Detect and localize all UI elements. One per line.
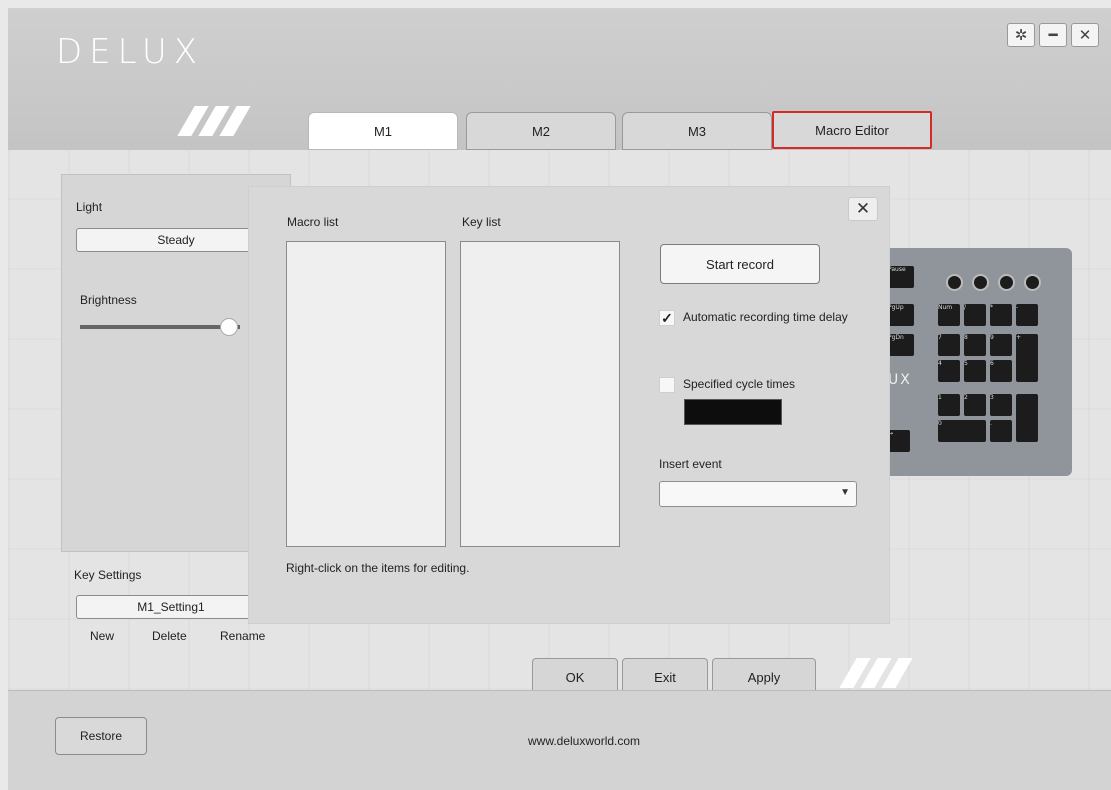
tab-label: Macro Editor	[815, 122, 889, 138]
macro-list-label: Macro list	[287, 215, 339, 229]
close-icon: ✕	[855, 199, 871, 218]
decorative-stripes	[177, 106, 251, 139]
keyboard-key: PgDn	[888, 334, 914, 356]
keyboard-key: 0	[938, 420, 986, 442]
start-record-button[interactable]: Start record	[660, 244, 820, 284]
delete-button[interactable]: Delete	[152, 629, 187, 643]
keyboard-key: 3	[990, 394, 1012, 416]
dialog-close-button[interactable]: ✕	[848, 197, 878, 221]
insert-event-select[interactable]: ▼	[659, 481, 857, 507]
ok-label: OK	[565, 669, 585, 685]
auto-delay-label: Automatic recording time delay	[683, 310, 848, 324]
new-button[interactable]: New	[90, 629, 114, 643]
tab-m1[interactable]: M1	[308, 112, 458, 150]
insert-event-label: Insert event	[659, 457, 722, 471]
tab-label: M2	[531, 123, 551, 139]
keyboard-key: PgUp	[888, 304, 914, 326]
dropdown-arrow-icon: ▼	[840, 487, 850, 498]
cycle-times-checkbox[interactable]	[659, 377, 675, 393]
keyboard-media-button	[946, 274, 963, 291]
close-icon: ✕	[1078, 26, 1092, 44]
tab-m3[interactable]: M3	[622, 112, 772, 150]
keyboard-key: 4	[938, 360, 960, 382]
editing-hint: Right-click on the items for editing.	[286, 561, 470, 575]
close-button[interactable]: ✕	[1071, 23, 1099, 47]
footer: Restore www.deluxworld.com	[8, 690, 1111, 790]
key-list[interactable]	[460, 241, 620, 547]
light-mode-select[interactable]: Steady	[76, 228, 276, 252]
tab-label: M3	[687, 123, 707, 139]
tab-m2[interactable]: M2	[466, 112, 616, 150]
keyboard-key: -	[1016, 304, 1038, 326]
keyboard-m2-button	[998, 274, 1015, 291]
restore-label: Restore	[79, 729, 123, 743]
keyboard-preview-image: Pause PgUp PgDn Num / * - 7 8 9 + 4 5 6 …	[880, 248, 1072, 476]
keyboard-key: 5	[964, 360, 986, 382]
rename-button[interactable]: Rename	[220, 629, 265, 643]
keyboard-brand-text: UX	[888, 372, 912, 388]
keyboard-key: *	[990, 304, 1012, 326]
cycle-times-input[interactable]	[684, 399, 782, 425]
keyboard-key: 8	[964, 334, 986, 356]
keyboard-m1-button	[972, 274, 989, 291]
gear-icon: ✲	[1014, 26, 1028, 44]
minimize-icon: ━	[1048, 26, 1058, 44]
macro-list[interactable]	[286, 241, 446, 547]
keyboard-m3-button	[1024, 274, 1041, 291]
decorative-stripes	[839, 658, 913, 691]
auto-delay-checkbox[interactable]: ✓	[659, 310, 675, 326]
restore-button[interactable]: Restore	[55, 717, 147, 755]
keyboard-key: +	[1016, 334, 1038, 382]
keyboard-key: 9	[990, 334, 1012, 356]
brightness-slider-track[interactable]	[80, 325, 240, 329]
exit-label: Exit	[654, 669, 676, 685]
website-link[interactable]: www.deluxworld.com	[528, 734, 640, 748]
header: DELUX ✲ ━ ✕ M1 M2 M3 Macro Editor	[8, 8, 1111, 150]
cycle-times-label: Specified cycle times	[683, 377, 796, 391]
checkmark-icon: ✓	[661, 309, 673, 326]
key-settings-select[interactable]: M1_Setting1	[76, 595, 266, 619]
settings-button[interactable]: ✲	[1007, 23, 1035, 47]
keyboard-key: 7	[938, 334, 960, 356]
keyboard-key: 1	[938, 394, 960, 416]
window-controls: ✲ ━ ✕	[1007, 23, 1099, 47]
apply-label: Apply	[747, 669, 781, 685]
brightness-label: Brightness	[80, 293, 137, 307]
key-list-label: Key list	[462, 215, 501, 229]
macro-editor-dialog: ✕ Macro list Key list Right-click on the…	[248, 186, 890, 624]
keyboard-key: Pause	[888, 266, 914, 288]
delux-logo: DELUX	[56, 32, 205, 72]
brightness-slider-thumb[interactable]	[220, 318, 238, 336]
keyboard-enter-key	[1016, 394, 1038, 442]
start-record-label: Start record	[706, 256, 774, 272]
key-settings-label: Key Settings	[74, 568, 142, 582]
keyboard-key: →	[888, 430, 910, 452]
keyboard-key: .	[990, 420, 1012, 442]
keyboard-key: 6	[990, 360, 1012, 382]
app-window: DELUX ✲ ━ ✕ M1 M2 M3 Macro Editor Light …	[8, 8, 1111, 790]
key-settings-value: M1_Setting1	[137, 600, 205, 614]
tab-label: M1	[373, 123, 393, 139]
light-mode-value: Steady	[157, 233, 195, 247]
keyboard-key: /	[964, 304, 986, 326]
tab-macro-editor[interactable]: Macro Editor	[772, 111, 932, 149]
keyboard-key: 2	[964, 394, 986, 416]
light-label: Light	[76, 200, 103, 214]
keyboard-key: Num	[938, 304, 960, 326]
minimize-button[interactable]: ━	[1039, 23, 1067, 47]
